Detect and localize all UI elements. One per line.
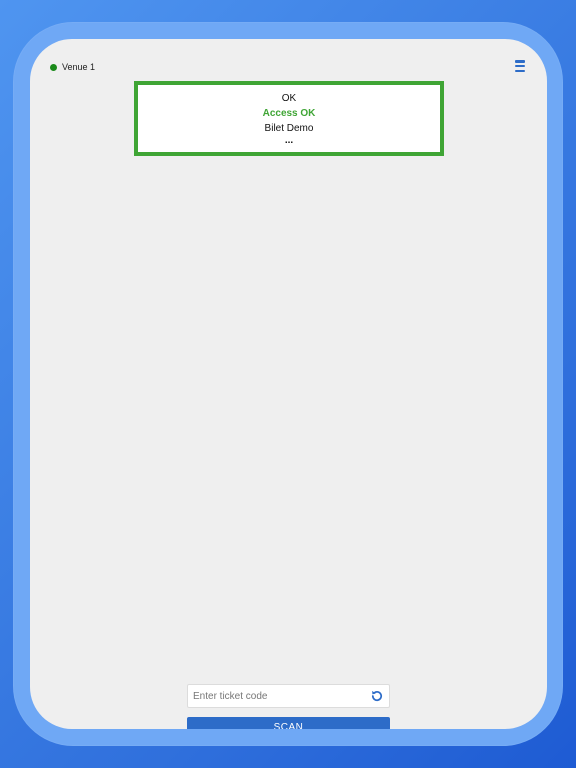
scan-button[interactable]: SCAN bbox=[187, 717, 390, 729]
ticket-code-input[interactable] bbox=[188, 686, 370, 706]
scan-result-panel: OK Access OK Bilet Demo ... bbox=[134, 81, 444, 156]
ticket-code-field bbox=[187, 684, 390, 708]
venue-status: Venue 1 bbox=[50, 62, 95, 72]
result-event-name: Bilet Demo bbox=[264, 123, 314, 134]
result-code: OK bbox=[281, 93, 297, 104]
venue-label: Venue 1 bbox=[62, 62, 96, 72]
app-screen: Venue 1 OK Access OK Bilet Demo ... SCAN bbox=[30, 39, 547, 729]
result-status-text: Access OK bbox=[262, 108, 316, 119]
menu-icon-bar bbox=[515, 69, 525, 72]
online-status-dot bbox=[50, 63, 57, 71]
refresh-icon[interactable] bbox=[370, 689, 384, 703]
menu-icon-bar bbox=[515, 64, 525, 68]
menu-icon-bar bbox=[515, 60, 525, 63]
result-more-indicator: ... bbox=[284, 135, 294, 146]
hamburger-menu-icon[interactable] bbox=[515, 60, 525, 72]
